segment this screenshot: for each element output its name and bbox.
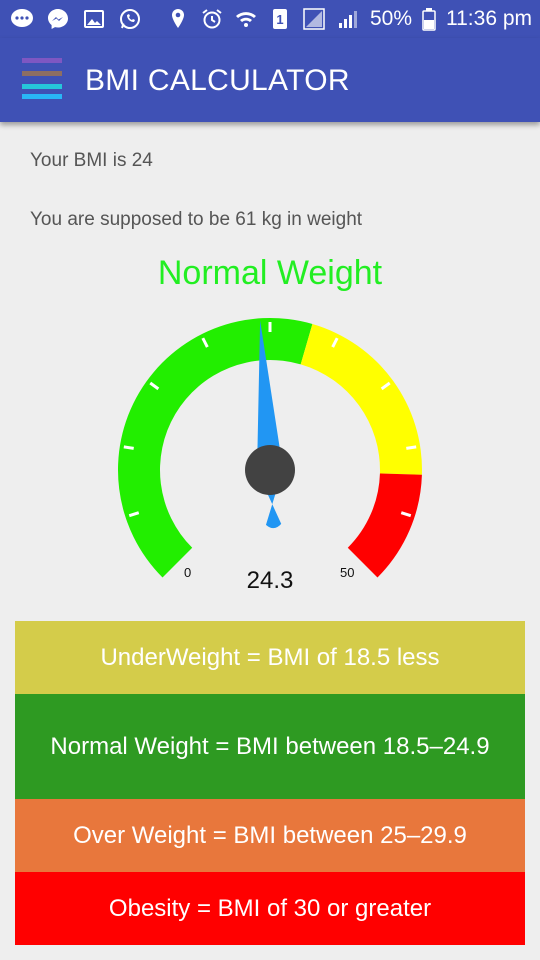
legend-normal-weight: Normal Weight = BMI between 18.5–24.9 — [15, 694, 525, 799]
menu-line — [22, 94, 62, 99]
wifi-icon — [234, 7, 258, 31]
battery-percent: 50% — [369, 7, 412, 30]
signal-icon — [302, 7, 326, 31]
gauge-zone — [300, 324, 422, 475]
status-bar: 1 50% 11:36 pm — [0, 0, 540, 38]
gauge-min-label: 0 — [184, 565, 192, 580]
bmi-gauge — [118, 318, 422, 578]
app-title: BMI CALCULATOR — [85, 64, 350, 97]
bmi-result-text: Your BMI is 24 — [30, 150, 153, 171]
gauge-tick — [123, 445, 134, 450]
chat-bubble-icon — [10, 7, 34, 31]
sim-1-icon: 1 — [268, 7, 292, 31]
gauge-hub — [245, 445, 295, 495]
whatsapp-icon — [118, 7, 142, 31]
gauge-tick — [406, 445, 417, 450]
legend-obesity: Obesity = BMI of 30 or greater — [15, 872, 525, 945]
gauge-value: 24.3 — [246, 567, 294, 594]
svg-text:1: 1 — [276, 12, 283, 27]
gauge-max-label: 50 — [340, 565, 355, 580]
legend-over-weight: Over Weight = BMI between 25–29.9 — [15, 799, 525, 872]
signal-icon — [336, 7, 360, 31]
image-icon — [82, 7, 106, 31]
menu-line — [22, 84, 62, 89]
clock: 11:36 pm — [446, 7, 532, 30]
location-icon — [166, 7, 190, 31]
app-bar: BMI CALCULATOR — [0, 38, 540, 122]
bmi-legend: UnderWeight = BMI of 18.5 less Normal We… — [15, 621, 525, 945]
ideal-weight-text: You are supposed to be 61 kg in weight — [30, 209, 363, 230]
alarm-icon — [200, 7, 224, 31]
menu-line — [22, 58, 62, 63]
menu-icon[interactable] — [22, 56, 62, 104]
notification-icons — [10, 6, 142, 32]
menu-line — [22, 71, 62, 76]
gauge-zone — [118, 318, 313, 578]
system-icons: 1 50% 11:36 pm — [166, 4, 532, 34]
messenger-icon — [46, 7, 70, 31]
weight-category: Normal Weight — [157, 254, 383, 292]
legend-underweight: UnderWeight = BMI of 18.5 less — [15, 621, 525, 694]
battery-icon — [422, 7, 436, 31]
gauge-zone — [347, 473, 422, 578]
